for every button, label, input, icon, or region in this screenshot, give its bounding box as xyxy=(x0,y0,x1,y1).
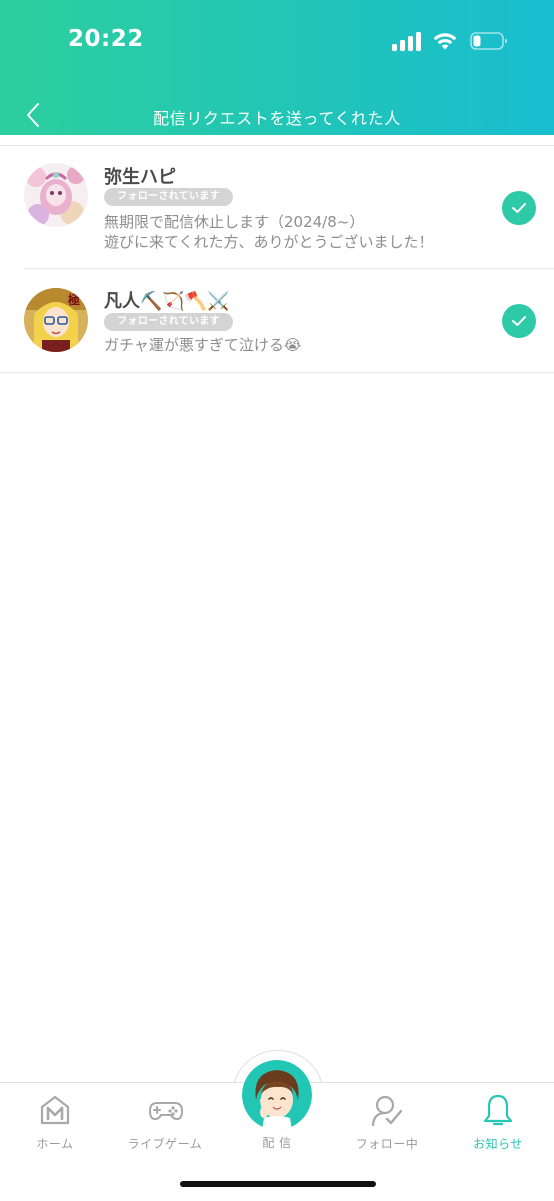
signal-icon xyxy=(392,31,422,51)
user-name: 凡人⛏️🏹🪓⚔️ xyxy=(104,291,230,312)
status-icons xyxy=(392,30,508,52)
list-item[interactable]: 弥生ハピ フォローされています 無期限で配信休止します（2024/8~） 遊びに… xyxy=(0,135,554,268)
user-bio-line: 無期限で配信休止します（2024/8~） xyxy=(104,213,365,231)
user-bio-line: ガチャ運が悪すぎて泣ける😭 xyxy=(104,336,302,354)
follow-status-badge: フォローされています xyxy=(104,313,233,331)
user-avatar[interactable]: 極 xyxy=(24,288,88,352)
gamepad-icon xyxy=(148,1102,184,1121)
user-avatar[interactable] xyxy=(24,163,88,227)
app-header: 20:22 配信リクエストを送ってくれた人 xyxy=(0,0,554,135)
svg-text:極: 極 xyxy=(68,292,80,307)
status-time: 20:22 xyxy=(68,26,144,52)
home-icon xyxy=(40,1095,70,1125)
checkmark-icon xyxy=(512,203,526,213)
bell-icon xyxy=(483,1094,513,1126)
follow-status-badge: フォローされています xyxy=(104,188,233,206)
wifi-icon xyxy=(433,33,457,50)
tab-label: フォロー中 xyxy=(355,1137,419,1151)
tab-label: ホーム xyxy=(36,1137,74,1151)
tab-stream[interactable]: 配 信 xyxy=(222,1055,332,1165)
user-bio-line: 遊びに来てくれた方、ありがとうございました！ xyxy=(104,233,434,251)
divider xyxy=(0,372,554,373)
page-title: 配信リクエストを送ってくれた人 xyxy=(153,109,401,128)
battery-icon xyxy=(470,32,507,50)
tab-label: ライブゲーム xyxy=(127,1137,203,1151)
tab-label: お知らせ xyxy=(473,1137,523,1151)
tab-following[interactable]: フォロー中 xyxy=(332,1083,442,1163)
checkmark-button[interactable] xyxy=(502,191,536,225)
list-item[interactable]: 極 凡人⛏️🏹🪓⚔️ フォローされています ガチャ運が悪すぎて泣ける😭 xyxy=(0,269,554,372)
tab-home[interactable]: ホーム xyxy=(0,1083,110,1163)
tab-notifications[interactable]: お知らせ xyxy=(443,1083,553,1163)
checkmark-icon xyxy=(512,316,526,326)
checkmark-button[interactable] xyxy=(502,304,536,338)
home-indicator xyxy=(180,1181,376,1187)
streamer-avatar xyxy=(242,1060,312,1130)
tab-live-game[interactable]: ライブゲーム xyxy=(110,1083,220,1163)
tab-label: 配 信 xyxy=(262,1136,292,1150)
following-icon xyxy=(371,1095,403,1127)
user-name: 弥生ハピ xyxy=(104,167,176,188)
